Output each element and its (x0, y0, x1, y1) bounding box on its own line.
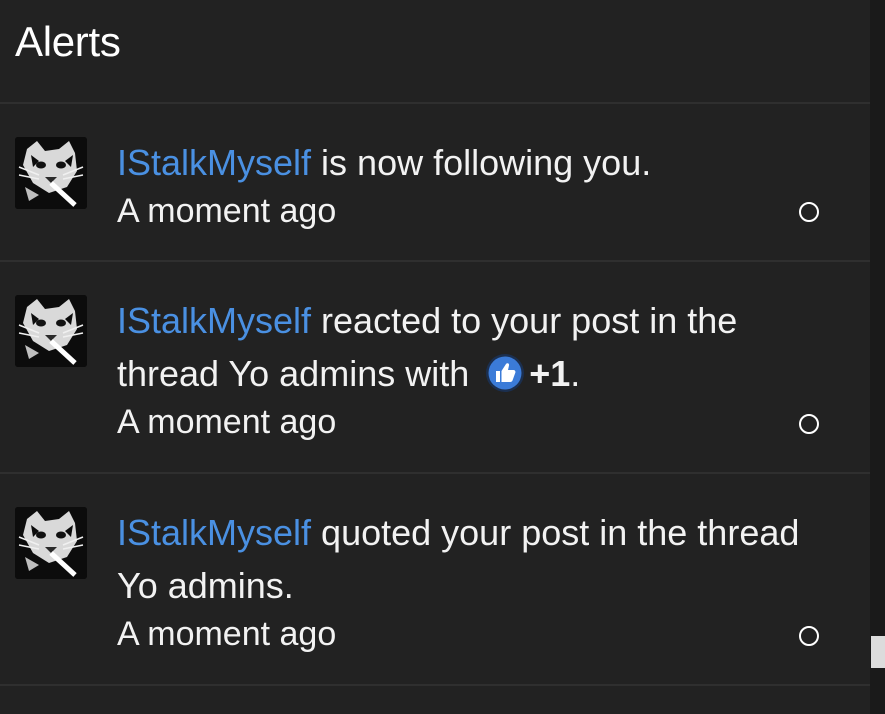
alert-timestamp: A moment ago (117, 403, 337, 441)
mark-read-toggle[interactable] (799, 414, 819, 434)
alerts-panel: Alerts IStalkMyself is now following you… (0, 0, 870, 714)
alert-text-end: . (570, 353, 581, 394)
cat-avatar-icon (15, 507, 87, 579)
alert-timestamp: A moment ago (117, 615, 337, 653)
mark-read-toggle[interactable] (799, 626, 819, 646)
page-title: Alerts (15, 18, 121, 65)
cat-avatar-icon (15, 137, 87, 209)
alert-content: IStalkMyself quoted your post in the thr… (117, 506, 807, 656)
thumbs-up-icon (486, 354, 525, 392)
avatar[interactable] (15, 137, 87, 209)
avatar[interactable] (15, 295, 87, 367)
alert-text: is now following you. (311, 142, 652, 183)
reaction-name: +1 (529, 353, 571, 394)
alert-item[interactable]: IStalkMyself reacted to your post in the… (0, 262, 870, 474)
alerts-header: Alerts (0, 0, 870, 104)
alert-timestamp: A moment ago (117, 192, 337, 230)
cat-avatar-icon (15, 295, 87, 367)
alert-item[interactable]: IStalkMyself is now following you. A mom… (0, 104, 870, 262)
alert-item[interactable]: IStalkMyself quoted your post in the thr… (0, 474, 870, 686)
username-link[interactable]: IStalkMyself (117, 512, 311, 553)
alert-content: IStalkMyself is now following you. A mom… (117, 136, 807, 233)
scrollbar[interactable] (870, 0, 885, 714)
username-link[interactable]: IStalkMyself (117, 300, 311, 341)
scrollbar-thumb[interactable] (871, 636, 885, 668)
alert-content: IStalkMyself reacted to your post in the… (117, 294, 807, 444)
username-link[interactable]: IStalkMyself (117, 142, 311, 183)
mark-read-toggle[interactable] (799, 202, 819, 222)
avatar[interactable] (15, 507, 87, 579)
